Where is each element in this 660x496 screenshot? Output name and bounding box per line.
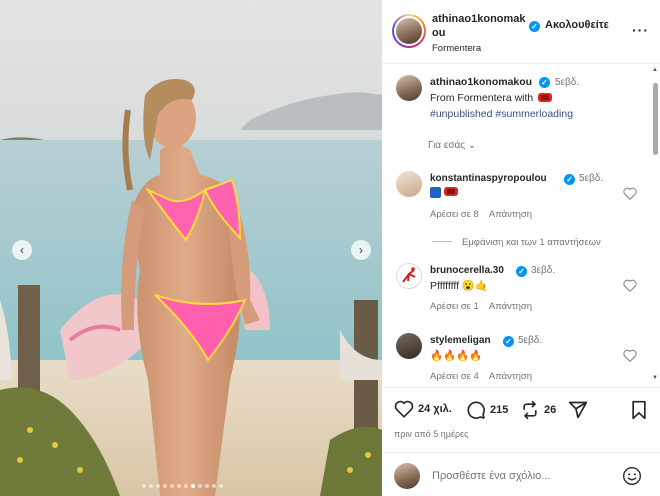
current-user-avatar [394, 463, 420, 489]
story-ring[interactable] [392, 14, 426, 48]
save-button[interactable] [630, 400, 648, 420]
comment-text: Pffffffff 😮🤙 [430, 280, 489, 292]
verified-badge-icon: ✓ [516, 266, 527, 277]
commenter-username[interactable]: stylemeligan [430, 335, 491, 346]
carousel-dot [219, 484, 223, 488]
next-photo-button[interactable]: › [351, 240, 371, 260]
flag-emoji-icon [430, 187, 441, 198]
comment-meta: Αρέσει σε 4 Απάντηση [430, 371, 532, 382]
repost-button[interactable]: 26 [520, 400, 556, 420]
repost-icon [523, 400, 537, 420]
reply-button[interactable]: Απάντηση [489, 209, 532, 220]
following-button[interactable]: Ακολουθείτε [545, 19, 609, 31]
carousel-dot [205, 484, 209, 488]
like-button[interactable]: 24 χιλ. [394, 400, 452, 418]
carousel-dots [142, 484, 223, 488]
runner-logo-icon [402, 267, 416, 283]
comment-meta: Αρέσει σε 8 Απάντηση [430, 209, 532, 220]
heart-icon[interactable] [623, 187, 637, 200]
emoji-smile-icon[interactable] [622, 466, 642, 486]
verified-badge-icon: ✓ [564, 174, 575, 185]
carousel-dot [191, 484, 195, 488]
post-sidebar: athinao1konomak ou ✓ Ακολουθείτε ··· For… [382, 0, 660, 496]
commenter-username[interactable]: brunocerella.30 [430, 265, 504, 276]
header-username-line1: athinao1konomak [432, 13, 526, 25]
action-bar: 24 χιλ. 215 26 πριν από 5 ημέρες [382, 387, 660, 445]
heart-icon[interactable] [623, 349, 637, 362]
location-link[interactable]: Formentera [432, 43, 481, 54]
hashtag-link[interactable]: #summerloading [495, 108, 573, 120]
view-replies-button[interactable]: Εμφάνιση και των 1 απαντήσεων [432, 237, 601, 248]
commenter-avatar[interactable] [396, 263, 422, 289]
comment-likes[interactable]: Αρέσει σε 4 [430, 371, 479, 382]
add-comment-bar: Προσθέστε ένα σχόλιο... [382, 452, 660, 496]
reply-button[interactable]: Απάντηση [489, 301, 532, 312]
for-you-label: Για εσάς [428, 140, 466, 151]
heart-icon[interactable] [623, 279, 637, 292]
comment-text [430, 187, 458, 198]
chevron-right-icon: › [359, 243, 363, 257]
post-header: athinao1konomak ou ✓ Ακολουθείτε ··· For… [382, 0, 660, 64]
commenter-avatar[interactable] [396, 333, 422, 359]
caption-username[interactable]: athinao1konomakou [430, 76, 532, 88]
comment-likes[interactable]: Αρέσει σε 1 [430, 301, 479, 312]
for-you-toggle[interactable]: Για εσάς ⌄ [428, 140, 476, 151]
beach-photo-image [0, 0, 382, 496]
like-count: 24 χιλ. [418, 403, 452, 415]
bookmark-icon [632, 400, 646, 420]
comment-button[interactable]: 215 [466, 400, 508, 420]
carousel-dot [177, 484, 181, 488]
comment-meta: Αρέσει σε 1 Απάντηση [430, 301, 532, 312]
comment-text: 🔥🔥🔥🔥 [430, 350, 483, 362]
commenter-username[interactable]: konstantinaspyropoulou [430, 173, 547, 184]
car-emoji-icon [538, 93, 553, 102]
caption-hashtags: #unpublished #summerloading [430, 108, 573, 120]
reply-button[interactable]: Απάντηση [489, 371, 532, 382]
verified-badge-icon: ✓ [539, 77, 550, 88]
commenter-avatar[interactable] [396, 171, 422, 197]
scroll-up-icon[interactable]: ▲ [652, 67, 658, 73]
scrollbar-thumb[interactable] [653, 83, 658, 155]
previous-photo-button[interactable]: ‹ [12, 240, 32, 260]
carousel-dot [170, 484, 174, 488]
verified-badge-icon: ✓ [503, 336, 514, 347]
caption-time: 5εβδ. [555, 77, 580, 88]
chevron-left-icon: ‹ [20, 243, 24, 257]
posted-time: πριν από 5 ημέρες [394, 429, 469, 439]
comment-likes[interactable]: Αρέσει σε 8 [430, 209, 479, 220]
heart-icon [394, 400, 414, 418]
paper-plane-icon [568, 401, 588, 419]
caption-text: From Formentera with [430, 92, 553, 104]
comment-bubble-icon [467, 401, 485, 419]
comment-count: 215 [490, 404, 509, 416]
comment-time: 5εβδ. [518, 335, 543, 346]
hashtag-link[interactable]: #unpublished [430, 108, 492, 120]
repost-count: 26 [544, 404, 557, 416]
comment-time: 3εβδ. [531, 265, 556, 276]
carousel-dot [163, 484, 167, 488]
add-comment-input[interactable]: Προσθέστε ένα σχόλιο... [432, 470, 550, 482]
caption-text-content: From Formentera with [430, 92, 534, 104]
author-avatar [396, 18, 422, 44]
caption-avatar[interactable] [396, 75, 422, 101]
comments-scrollbar[interactable]: ▲ ▼ [650, 65, 660, 387]
comment-time: 5εβδ. [579, 173, 604, 184]
header-username-line2: ou [432, 27, 446, 39]
share-button[interactable] [568, 400, 588, 420]
post-photo[interactable]: ‹ › [0, 0, 382, 496]
chevron-down-icon: ⌄ [467, 140, 477, 151]
car-emoji-icon [444, 187, 458, 196]
carousel-dot [142, 484, 146, 488]
verified-badge-icon: ✓ [529, 21, 540, 32]
carousel-dot [212, 484, 216, 488]
carousel-dot [149, 484, 153, 488]
more-options-icon[interactable]: ··· [632, 22, 649, 38]
carousel-dot [198, 484, 202, 488]
scroll-down-icon[interactable]: ▼ [652, 375, 658, 381]
carousel-dot [184, 484, 188, 488]
comments-list[interactable]: athinao1konomakou ✓ 5εβδ. From Formenter… [382, 65, 660, 387]
carousel-dot [156, 484, 160, 488]
